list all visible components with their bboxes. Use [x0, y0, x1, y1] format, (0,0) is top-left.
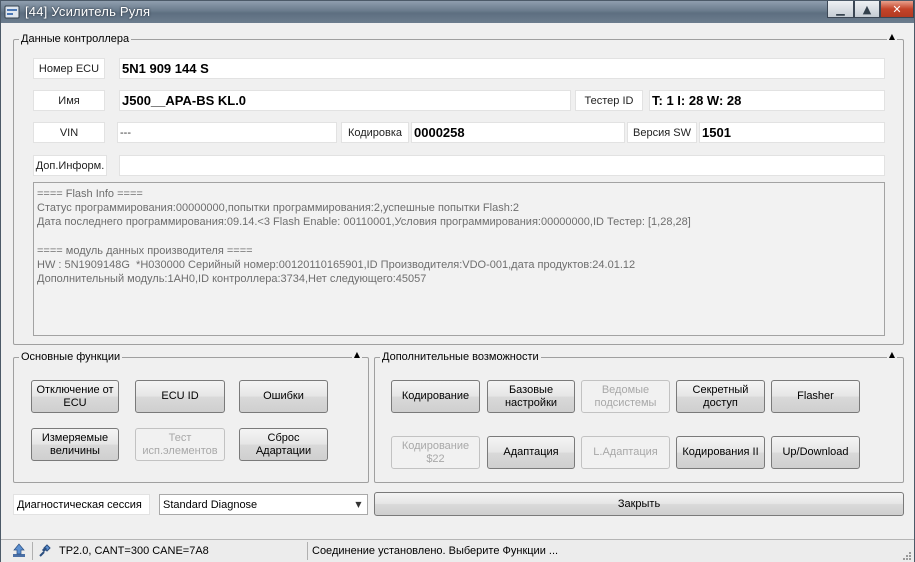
sw-version-value: 1501: [699, 122, 885, 143]
l-adaptation-button[interactable]: L.Адаптация: [581, 436, 670, 469]
reset-adaptation-button[interactable]: Сброс Адартации: [239, 428, 328, 461]
maximize-icon: ▲: [862, 2, 872, 16]
maximize-button[interactable]: ▲: [854, 1, 880, 18]
minimize-icon: ▁: [836, 2, 845, 16]
vin-value: ---: [117, 122, 337, 143]
coding-value: 0000258: [411, 122, 625, 143]
status-separator: [32, 542, 33, 560]
app-icon: [4, 5, 20, 19]
diagnostic-session-value: Standard Diagnose: [163, 498, 258, 511]
flasher-button[interactable]: Flasher: [771, 380, 860, 413]
extra-functions-title: Дополнительные возможности: [380, 351, 541, 363]
ecu-id-button[interactable]: ECU ID: [135, 380, 225, 413]
diagnostic-session-label: Диагностическая сессия: [13, 494, 150, 515]
vin-label: VIN: [33, 122, 105, 143]
close-icon: ✕: [892, 2, 902, 16]
status-separator: [307, 542, 308, 560]
collapse-arrow-icon[interactable]: ▲: [886, 32, 897, 41]
basic-settings-button[interactable]: Базовые настройки: [487, 380, 575, 413]
connection-message: Соединение установлено. Выберите Функции…: [312, 545, 559, 557]
window-title: [44] Усилитель Руля: [25, 4, 151, 19]
extra-info-value: [119, 155, 885, 176]
coding-label: Кодировка: [341, 122, 409, 143]
disconnect-ecu-button[interactable]: Отключение от ECU: [31, 380, 119, 413]
ecu-number-value: 5N1 909 144 S: [119, 58, 885, 79]
close-window-button[interactable]: ✕: [880, 1, 914, 18]
protocol-status: TP2.0, CANT=300 CANE=7A8: [59, 545, 209, 557]
sw-version-label: Версия SW: [627, 122, 697, 143]
diagnostic-session-select[interactable]: Standard Diagnose ▼: [159, 494, 368, 515]
ecu-number-label: Номер ECU: [33, 58, 105, 79]
chevron-down-icon[interactable]: ▼: [352, 497, 365, 512]
coding-ii-button[interactable]: Кодирования II: [676, 436, 765, 469]
collapse-arrow-icon[interactable]: ▲: [886, 350, 897, 359]
name-value: J500__APA-BS KL.0: [119, 90, 571, 111]
errors-button[interactable]: Ошибки: [239, 380, 328, 413]
measured-values-button[interactable]: Измеряемые величины: [31, 428, 119, 461]
upload-icon[interactable]: [11, 542, 27, 558]
flash-info-textbox[interactable]: ==== Flash Info ==== Статус программиров…: [33, 182, 885, 336]
status-bar: TP2.0, CANT=300 CANE=7A8 Соединение уста…: [1, 539, 914, 562]
name-label: Имя: [33, 90, 105, 111]
close-button[interactable]: Закрыть: [374, 492, 904, 516]
coding-22-button[interactable]: Кодирование $22: [391, 436, 480, 469]
basic-functions-group: Основные функции ▲: [13, 350, 369, 483]
adaptation-button[interactable]: Адаптация: [487, 436, 575, 469]
main-window: [44] Усилитель Руля ▁ ▲ ✕ Данные контрол…: [0, 0, 915, 562]
minimize-button[interactable]: ▁: [827, 1, 854, 18]
collapse-arrow-icon[interactable]: ▲: [351, 350, 362, 359]
up-download-button[interactable]: Up/Download: [771, 436, 860, 469]
security-access-button[interactable]: Секретный доступ: [676, 380, 765, 413]
extra-info-label: Доп.Информ.: [33, 155, 107, 176]
controller-data-title: Данные контроллера: [19, 33, 132, 45]
output-test-button[interactable]: Тест исп.элементов: [135, 428, 225, 461]
basic-functions-title: Основные функции: [19, 351, 123, 363]
subsystems-button[interactable]: Ведомые подсистемы: [581, 380, 670, 413]
title-bar[interactable]: [44] Усилитель Руля ▁ ▲ ✕: [1, 1, 914, 23]
connection-plug-icon: [39, 544, 51, 557]
tester-id-label: Тестер ID: [575, 90, 643, 111]
coding-button[interactable]: Кодирование: [391, 380, 480, 413]
tester-id-value: T: 1 I: 28 W: 28: [649, 90, 885, 111]
resize-grip-icon[interactable]: [900, 549, 912, 561]
